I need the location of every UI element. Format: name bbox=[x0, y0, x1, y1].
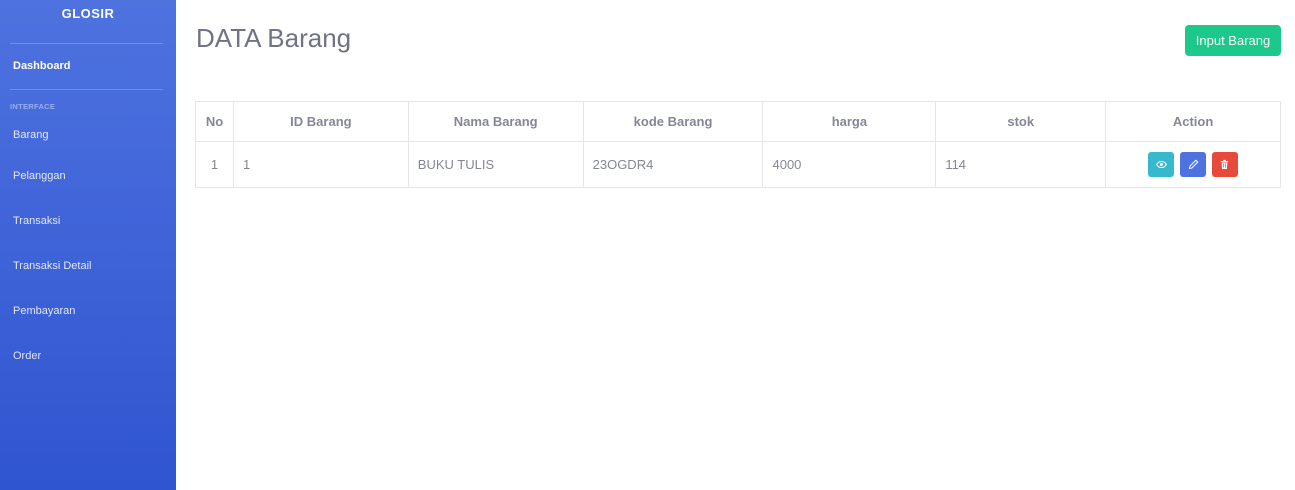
column-header-harga: harga bbox=[762, 101, 937, 142]
barang-table: No ID Barang Nama Barang kode Barang har… bbox=[195, 101, 1281, 188]
cell-no: 1 bbox=[195, 141, 234, 188]
sidebar-item-pembayaran[interactable]: Pembayaran bbox=[0, 289, 176, 334]
input-barang-button[interactable]: Input Barang bbox=[1185, 25, 1281, 56]
sidebar-nav-list: Barang Pelanggan Transaksi Transaksi Det… bbox=[0, 117, 176, 379]
column-header-nama-barang: Nama Barang bbox=[407, 101, 584, 142]
eye-icon bbox=[1156, 160, 1167, 169]
column-header-id-barang: ID Barang bbox=[232, 101, 409, 142]
cell-kode-barang: 23OGDR4 bbox=[582, 141, 764, 188]
sidebar-item-order[interactable]: Order bbox=[0, 334, 176, 379]
table-header-row: No ID Barang Nama Barang kode Barang har… bbox=[195, 101, 1281, 142]
column-header-no: No bbox=[195, 101, 234, 142]
pencil-icon bbox=[1188, 159, 1198, 170]
cell-id-barang: 1 bbox=[232, 141, 409, 188]
sidebar-item-transaksi[interactable]: Transaksi bbox=[0, 199, 176, 244]
sidebar-divider bbox=[10, 89, 163, 90]
column-header-kode-barang: kode Barang bbox=[582, 101, 764, 142]
sidebar-item-pelanggan[interactable]: Pelanggan bbox=[0, 154, 176, 199]
view-button[interactable] bbox=[1148, 152, 1175, 177]
cell-action bbox=[1105, 141, 1281, 188]
table-row: 1 1 BUKU TULIS 23OGDR4 4000 114 bbox=[195, 141, 1281, 188]
cell-harga: 4000 bbox=[762, 141, 937, 188]
brand-logo-text[interactable]: GLOSIR bbox=[0, 0, 176, 43]
sidebar-item-dashboard[interactable]: Dashboard bbox=[0, 44, 176, 89]
sidebar-item-transaksi-detail[interactable]: Transaksi Detail bbox=[0, 244, 176, 289]
delete-button[interactable] bbox=[1211, 152, 1238, 177]
sidebar-item-barang[interactable]: Barang bbox=[0, 117, 176, 154]
sidebar-heading-interface: INTERFACE bbox=[10, 102, 56, 111]
cell-stok: 114 bbox=[935, 141, 1107, 188]
trash-icon bbox=[1220, 159, 1229, 169]
column-header-stok: stok bbox=[935, 101, 1107, 142]
edit-button[interactable] bbox=[1180, 152, 1207, 177]
page-title: DATA Barang bbox=[196, 23, 352, 53]
sidebar: GLOSIR Dashboard INTERFACE Barang Pelang… bbox=[0, 0, 176, 490]
cell-nama-barang: BUKU TULIS bbox=[407, 141, 584, 188]
column-header-action: Action bbox=[1105, 101, 1281, 142]
